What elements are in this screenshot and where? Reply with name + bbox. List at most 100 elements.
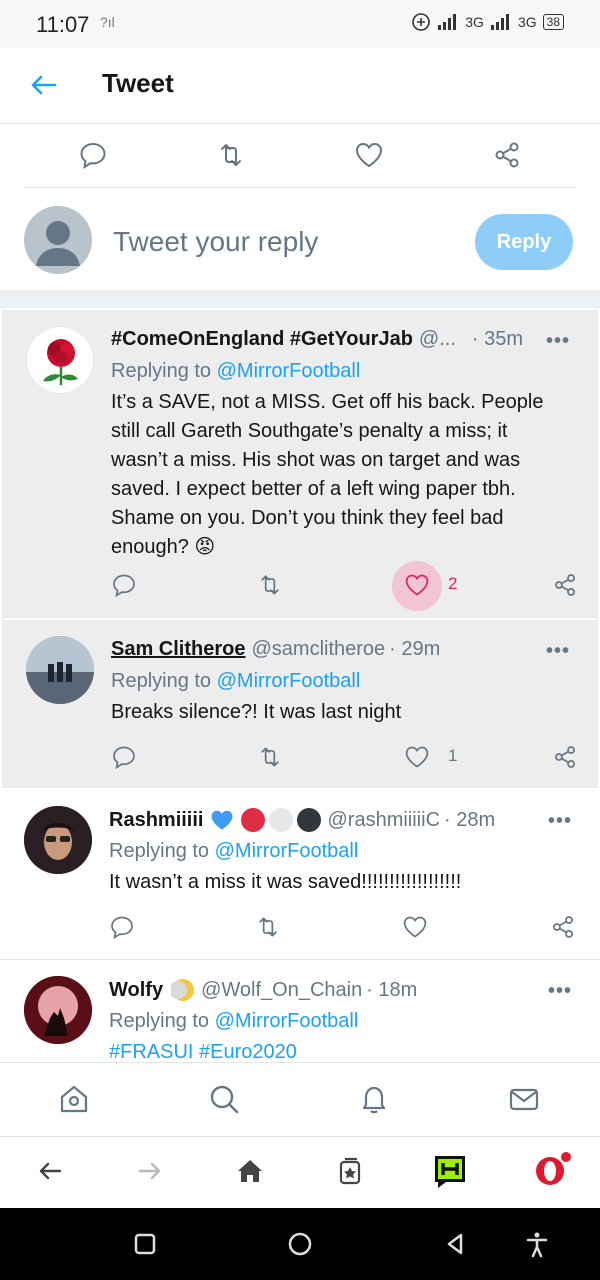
mention-link[interactable]: @MirrorFootball <box>217 670 361 692</box>
status-time: 11:07 <box>36 12 90 37</box>
reply-button[interactable]: Reply <box>475 214 573 270</box>
divider <box>0 290 600 308</box>
profile-photo-icon <box>24 976 92 1044</box>
tweet-text: It’s a SAVE, not a MISS. Get off his bac… <box>111 391 544 558</box>
page-title: Tweet <box>102 68 174 98</box>
tweet-meta: #ComeOnEngland #GetYourJab @... · 35m <box>111 328 582 351</box>
app-icon[interactable] <box>432 1153 468 1189</box>
replying-to: Replying to @MirrorFootball <box>111 360 360 383</box>
tweet-text: Breaks silence?! It was last night <box>111 701 402 723</box>
display-name[interactable]: Wolfy <box>109 979 163 1002</box>
display-name[interactable]: #ComeOnEngland #GetYourJab <box>111 328 413 351</box>
reply-tweet[interactable]: Sam Clitheroe @samclitheroe · 29m ••• Re… <box>2 620 598 788</box>
reply-icon[interactable] <box>109 914 135 940</box>
replying-label: Replying to <box>109 840 210 862</box>
reply-input[interactable]: Tweet your reply <box>113 226 318 258</box>
system-navigation-bar <box>0 1208 600 1280</box>
like-icon[interactable] <box>354 140 384 170</box>
tabs-icon[interactable] <box>334 1155 366 1187</box>
white-circle-icon <box>269 808 294 832</box>
browser-home-icon[interactable] <box>234 1155 266 1187</box>
username[interactable]: @Wolf_On_Chain <box>201 979 362 1002</box>
rose-logo-icon <box>43 339 78 385</box>
timestamp: · 35m <box>471 328 524 350</box>
more-options-icon[interactable]: ••• <box>546 640 570 663</box>
reply-icon[interactable] <box>111 572 137 598</box>
reply-icon[interactable] <box>111 744 137 770</box>
replying-to: Replying to @MirrorFootball <box>109 840 358 863</box>
network-type: 3G <box>517 14 537 30</box>
avatar[interactable] <box>26 636 94 704</box>
username[interactable]: @rashmiiiiiC <box>327 809 440 832</box>
blue-heart-icon <box>212 810 233 830</box>
avatar[interactable] <box>24 976 92 1044</box>
username[interactable]: @samclitheroe <box>251 638 385 661</box>
back-triangle-icon[interactable] <box>441 1230 469 1258</box>
replying-label: Replying to <box>109 1010 210 1032</box>
signal-icon: ?ıl <box>100 14 115 30</box>
opera-icon[interactable] <box>532 1149 572 1189</box>
share-icon[interactable] <box>492 140 522 170</box>
recents-icon[interactable] <box>131 1230 159 1258</box>
accessibility-icon[interactable] <box>523 1230 551 1258</box>
reply-tweet[interactable]: #ComeOnEngland #GetYourJab @... · 35m ••… <box>2 310 598 618</box>
home-circle-icon[interactable] <box>286 1230 314 1258</box>
signal-bars-icon <box>490 14 509 30</box>
avatar <box>24 206 92 274</box>
battery-icon: 38 <box>542 14 564 30</box>
status-icons: 3G 3G 38 <box>411 12 564 32</box>
share-icon[interactable] <box>552 744 578 770</box>
username[interactable]: @... <box>419 328 456 351</box>
mention-link[interactable]: @MirrorFootball <box>217 360 361 382</box>
tweet-action-row <box>24 124 576 188</box>
search-icon[interactable] <box>208 1083 240 1115</box>
network-type: 3G <box>465 14 484 30</box>
retweet-icon[interactable] <box>216 140 246 170</box>
avatar[interactable] <box>24 806 92 874</box>
share-icon[interactable] <box>550 914 576 940</box>
more-options-icon[interactable]: ••• <box>548 980 572 1003</box>
back-arrow-icon[interactable] <box>34 1155 66 1187</box>
avatar[interactable] <box>26 326 94 394</box>
back-arrow-icon[interactable] <box>26 68 60 102</box>
share-icon[interactable] <box>552 572 578 598</box>
timestamp: · 18m <box>366 978 418 1001</box>
like-icon[interactable] <box>402 914 428 940</box>
timestamp: · 28m <box>444 808 496 831</box>
tweet-meta: Rashmiiiii @rashmiiiiiC · 28m <box>109 808 584 832</box>
retweet-icon[interactable] <box>257 744 283 770</box>
liked-heart-icon[interactable] <box>404 572 430 598</box>
mention-link[interactable]: @MirrorFootball <box>215 1010 359 1032</box>
display-name[interactable]: Rashmiiiii <box>109 809 203 832</box>
replying-label: Replying to <box>111 670 212 692</box>
profile-photo-icon <box>24 806 92 874</box>
replying-to: Replying to @MirrorFootball <box>109 1010 358 1033</box>
retweet-icon[interactable] <box>255 914 281 940</box>
reply-icon[interactable] <box>78 140 108 170</box>
tweet-text: It wasn’t a miss it was saved!!!!!!!!!!!… <box>109 871 462 893</box>
timestamp: · 29m <box>389 638 441 660</box>
more-options-icon[interactable]: ••• <box>546 330 570 353</box>
signal-bars-icon <box>438 14 457 30</box>
forward-arrow-icon[interactable] <box>134 1155 166 1187</box>
add-circle-icon <box>412 13 431 31</box>
tweet-meta: Sam Clitheroe @samclitheroe · 29m <box>111 638 582 661</box>
reply-tweet[interactable]: Wolfy @Wolf_On_Chain · 18m ••• Replying … <box>0 960 600 1062</box>
home-icon[interactable] <box>58 1083 90 1115</box>
reply-composer: Tweet your reply Reply <box>0 190 600 290</box>
more-options-icon[interactable]: ••• <box>548 810 572 833</box>
display-name[interactable]: Sam Clitheroe <box>111 638 245 661</box>
status-bar: 11:07 ?ıl 3G 3G 38 <box>0 0 600 48</box>
black-circle-icon <box>297 808 322 832</box>
reply-tweet[interactable]: Rashmiiiii @rashmiiiiiC · 28m ••• Replyi… <box>0 790 600 960</box>
tweet-action-row <box>109 908 579 948</box>
tweet-text[interactable]: #FRASUI #Euro2020 <box>109 1038 559 1062</box>
browser-toolbar <box>0 1136 600 1208</box>
like-icon[interactable] <box>404 744 430 770</box>
tweet-meta: Wolfy @Wolf_On_Chain · 18m <box>109 978 584 1002</box>
replying-label: Replying to <box>111 360 212 382</box>
mention-link[interactable]: @MirrorFootball <box>215 840 359 862</box>
notifications-icon[interactable] <box>358 1083 390 1115</box>
retweet-icon[interactable] <box>257 572 283 598</box>
messages-icon[interactable] <box>508 1083 540 1115</box>
